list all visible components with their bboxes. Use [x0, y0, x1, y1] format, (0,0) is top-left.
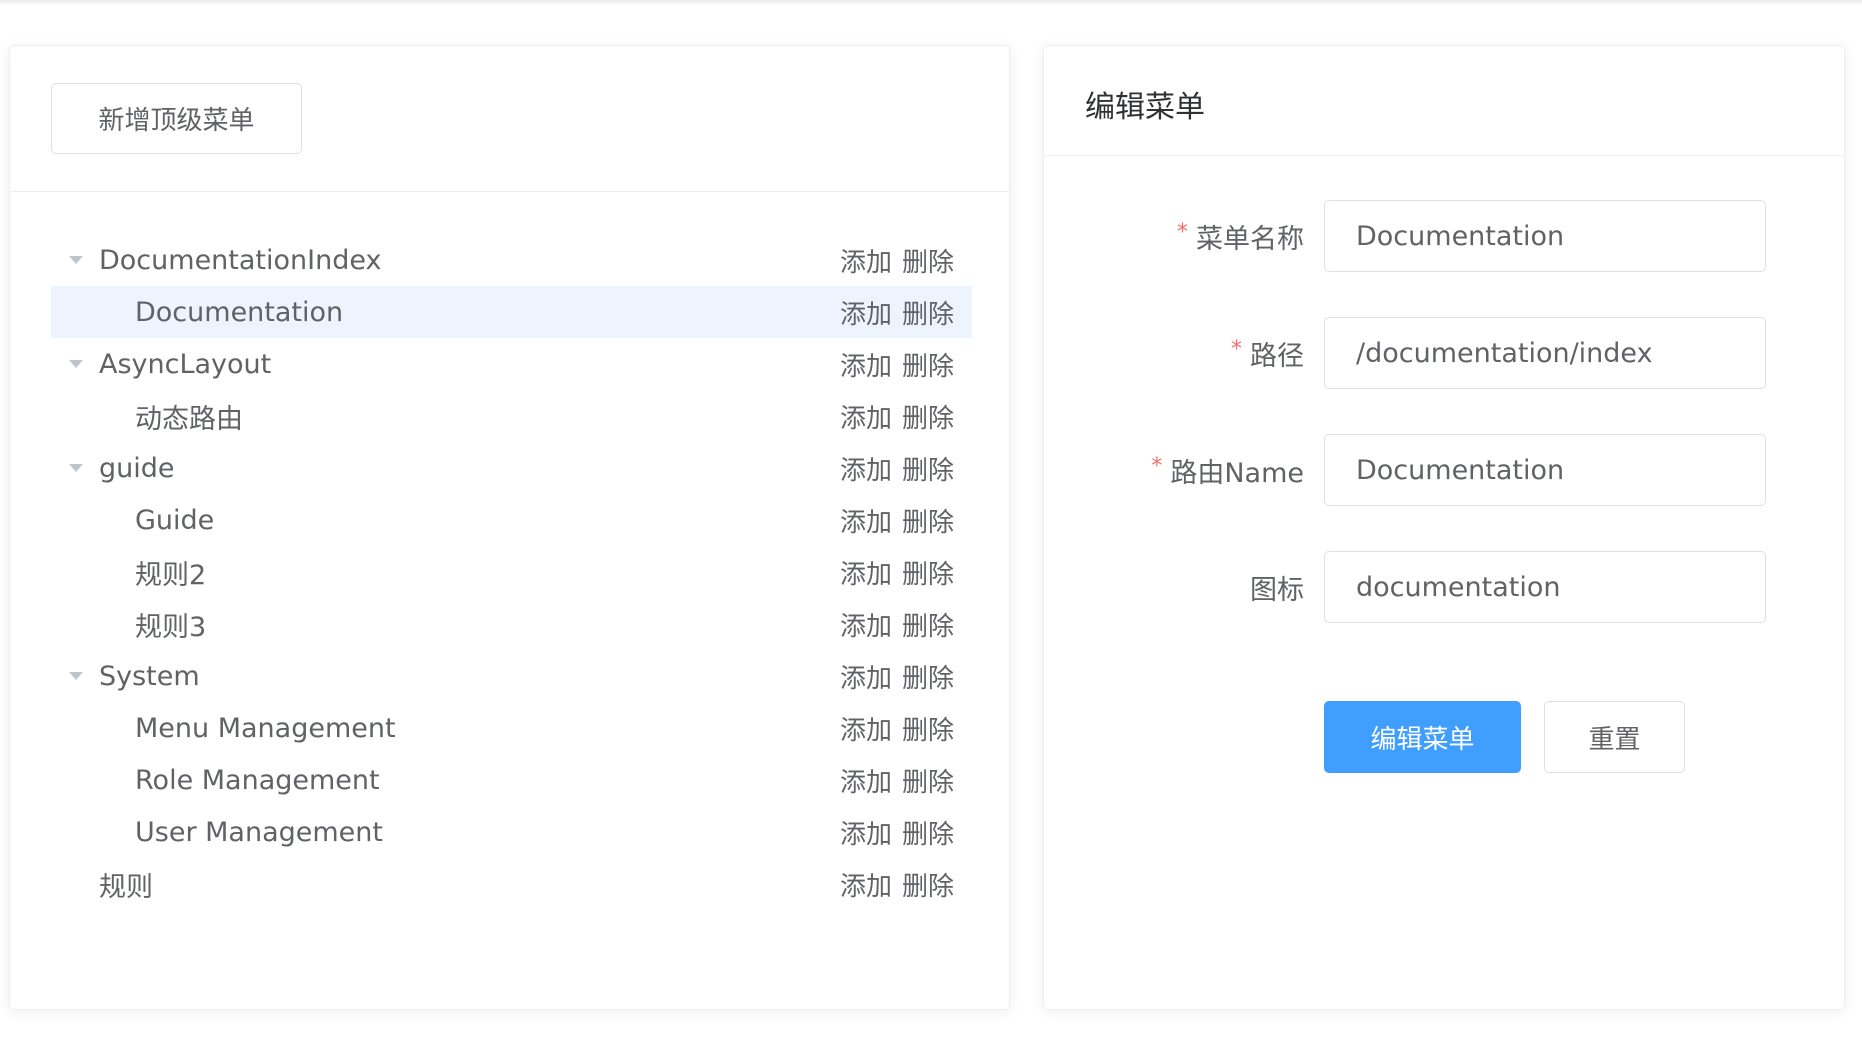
- tree-node-label: 规则: [99, 871, 153, 903]
- tree-node-label: 规则2: [135, 559, 207, 591]
- form-item-path: * 路径: [1044, 317, 1846, 389]
- add-child-link[interactable]: 添加: [840, 404, 892, 434]
- tree-node[interactable]: AsyncLayout 添加 删除: [51, 338, 972, 390]
- delete-node-link[interactable]: 删除: [902, 716, 954, 746]
- add-child-link[interactable]: 添加: [840, 248, 892, 278]
- tree-node-label: DocumentationIndex: [99, 244, 382, 276]
- tree-node-label: AsyncLayout: [99, 348, 272, 380]
- tree-node-actions: 添加 删除: [840, 242, 954, 279]
- route-name-input[interactable]: [1324, 434, 1766, 506]
- add-child-link[interactable]: 添加: [840, 352, 892, 382]
- edit-menu-title: 编辑菜单: [1085, 90, 1205, 125]
- tree-node-label: guide: [99, 452, 175, 484]
- menu-tree-card: 新增顶级菜单 DocumentationIndex 添加 删除 Documentati…: [9, 45, 1010, 1010]
- tree-node-actions: 添加 删除: [840, 450, 954, 487]
- add-child-link[interactable]: 添加: [840, 456, 892, 486]
- caret-down-icon[interactable]: [69, 464, 83, 472]
- delete-node-link[interactable]: 删除: [902, 820, 954, 850]
- tree-node-label: 规则3: [135, 611, 207, 643]
- tree-node-label: Guide: [135, 504, 215, 536]
- add-top-menu-button[interactable]: 新增顶级菜单: [51, 83, 302, 154]
- add-child-link[interactable]: 添加: [840, 612, 892, 642]
- icon-input[interactable]: [1324, 551, 1766, 623]
- form-item-menu-name: * 菜单名称: [1044, 200, 1846, 272]
- caret-down-icon[interactable]: [69, 360, 83, 368]
- delete-node-link[interactable]: 删除: [902, 768, 954, 798]
- form-item-route-name: * 路由Name: [1044, 434, 1846, 506]
- tree-node-label: User Management: [135, 816, 383, 848]
- tree-node-actions: 添加 删除: [840, 606, 954, 643]
- menu-name-input[interactable]: [1324, 200, 1766, 272]
- path-label: * 路径: [1231, 336, 1304, 372]
- delete-node-link[interactable]: 删除: [902, 664, 954, 694]
- tree-node[interactable]: User Management 添加 删除: [51, 806, 972, 858]
- menu-tree: DocumentationIndex 添加 删除 Documentation 添加 删除 A…: [51, 234, 972, 910]
- delete-node-link[interactable]: 删除: [902, 872, 954, 902]
- tree-node-actions: 添加 删除: [840, 294, 954, 331]
- menu-name-label: * 菜单名称: [1177, 219, 1304, 255]
- add-child-link[interactable]: 添加: [840, 872, 892, 902]
- tree-node[interactable]: 规则 添加 删除: [51, 858, 972, 910]
- add-child-link[interactable]: 添加: [840, 664, 892, 694]
- tree-node[interactable]: 规则2 添加 删除: [51, 546, 972, 598]
- tree-node-label: Menu Management: [135, 712, 396, 744]
- add-child-link[interactable]: 添加: [840, 768, 892, 798]
- delete-node-link[interactable]: 删除: [902, 248, 954, 278]
- tree-node-label: System: [99, 660, 200, 692]
- add-child-link[interactable]: 添加: [840, 300, 892, 330]
- delete-node-link[interactable]: 删除: [902, 508, 954, 538]
- tree-node-actions: 添加 删除: [840, 502, 954, 539]
- top-shadow: [0, 0, 1862, 5]
- tree-node[interactable]: guide 添加 删除: [51, 442, 972, 494]
- tree-node-actions: 添加 删除: [840, 398, 954, 435]
- form-item-icon: 图标: [1044, 551, 1846, 623]
- delete-node-link[interactable]: 删除: [902, 456, 954, 486]
- required-mark: *: [1151, 453, 1163, 479]
- tree-node[interactable]: Documentation 添加 删除: [51, 286, 972, 338]
- caret-down-icon[interactable]: [69, 672, 83, 680]
- tree-node-actions: 添加 删除: [840, 554, 954, 591]
- tree-node-actions: 添加 删除: [840, 658, 954, 695]
- delete-node-link[interactable]: 删除: [902, 300, 954, 330]
- tree-node[interactable]: Guide 添加 删除: [51, 494, 972, 546]
- edit-menu-card-header: 编辑菜单: [1044, 46, 1844, 156]
- required-mark: *: [1177, 219, 1188, 245]
- tree-node[interactable]: Role Management 添加 删除: [51, 754, 972, 806]
- tree-node[interactable]: DocumentationIndex 添加 删除: [51, 234, 972, 286]
- delete-node-link[interactable]: 删除: [902, 404, 954, 434]
- tree-node-label: 动态路由: [135, 403, 243, 435]
- add-child-link[interactable]: 添加: [840, 716, 892, 746]
- delete-node-link[interactable]: 删除: [902, 352, 954, 382]
- delete-node-link[interactable]: 删除: [902, 612, 954, 642]
- tree-node[interactable]: Menu Management 添加 删除: [51, 702, 972, 754]
- tree-node-label: Role Management: [135, 764, 380, 796]
- edit-menu-card: 编辑菜单 * 菜单名称 * 路径 * 路由Name 图标 编辑菜单 重置: [1043, 45, 1845, 1010]
- tree-node[interactable]: 动态路由 添加 删除: [51, 390, 972, 442]
- tree-node-actions: 添加 删除: [840, 866, 954, 903]
- tree-node-actions: 添加 删除: [840, 762, 954, 799]
- required-mark: *: [1231, 336, 1242, 362]
- tree-node-actions: 添加 删除: [840, 814, 954, 851]
- icon-label: 图标: [1250, 574, 1304, 606]
- caret-down-icon[interactable]: [69, 256, 83, 264]
- tree-node-actions: 添加 删除: [840, 346, 954, 383]
- add-child-link[interactable]: 添加: [840, 820, 892, 850]
- tree-node-actions: 添加 删除: [840, 710, 954, 747]
- route-name-label: * 路由Name: [1151, 453, 1304, 489]
- add-child-link[interactable]: 添加: [840, 508, 892, 538]
- tree-node-label: Documentation: [135, 296, 344, 328]
- edit-menu-submit-button[interactable]: 编辑菜单: [1324, 701, 1521, 773]
- tree-node[interactable]: System 添加 删除: [51, 650, 972, 702]
- menu-tree-card-header: 新增顶级菜单: [10, 46, 1009, 192]
- delete-node-link[interactable]: 删除: [902, 560, 954, 590]
- tree-node[interactable]: 规则3 添加 删除: [51, 598, 972, 650]
- reset-button[interactable]: 重置: [1544, 701, 1685, 773]
- add-child-link[interactable]: 添加: [840, 560, 892, 590]
- path-input[interactable]: [1324, 317, 1766, 389]
